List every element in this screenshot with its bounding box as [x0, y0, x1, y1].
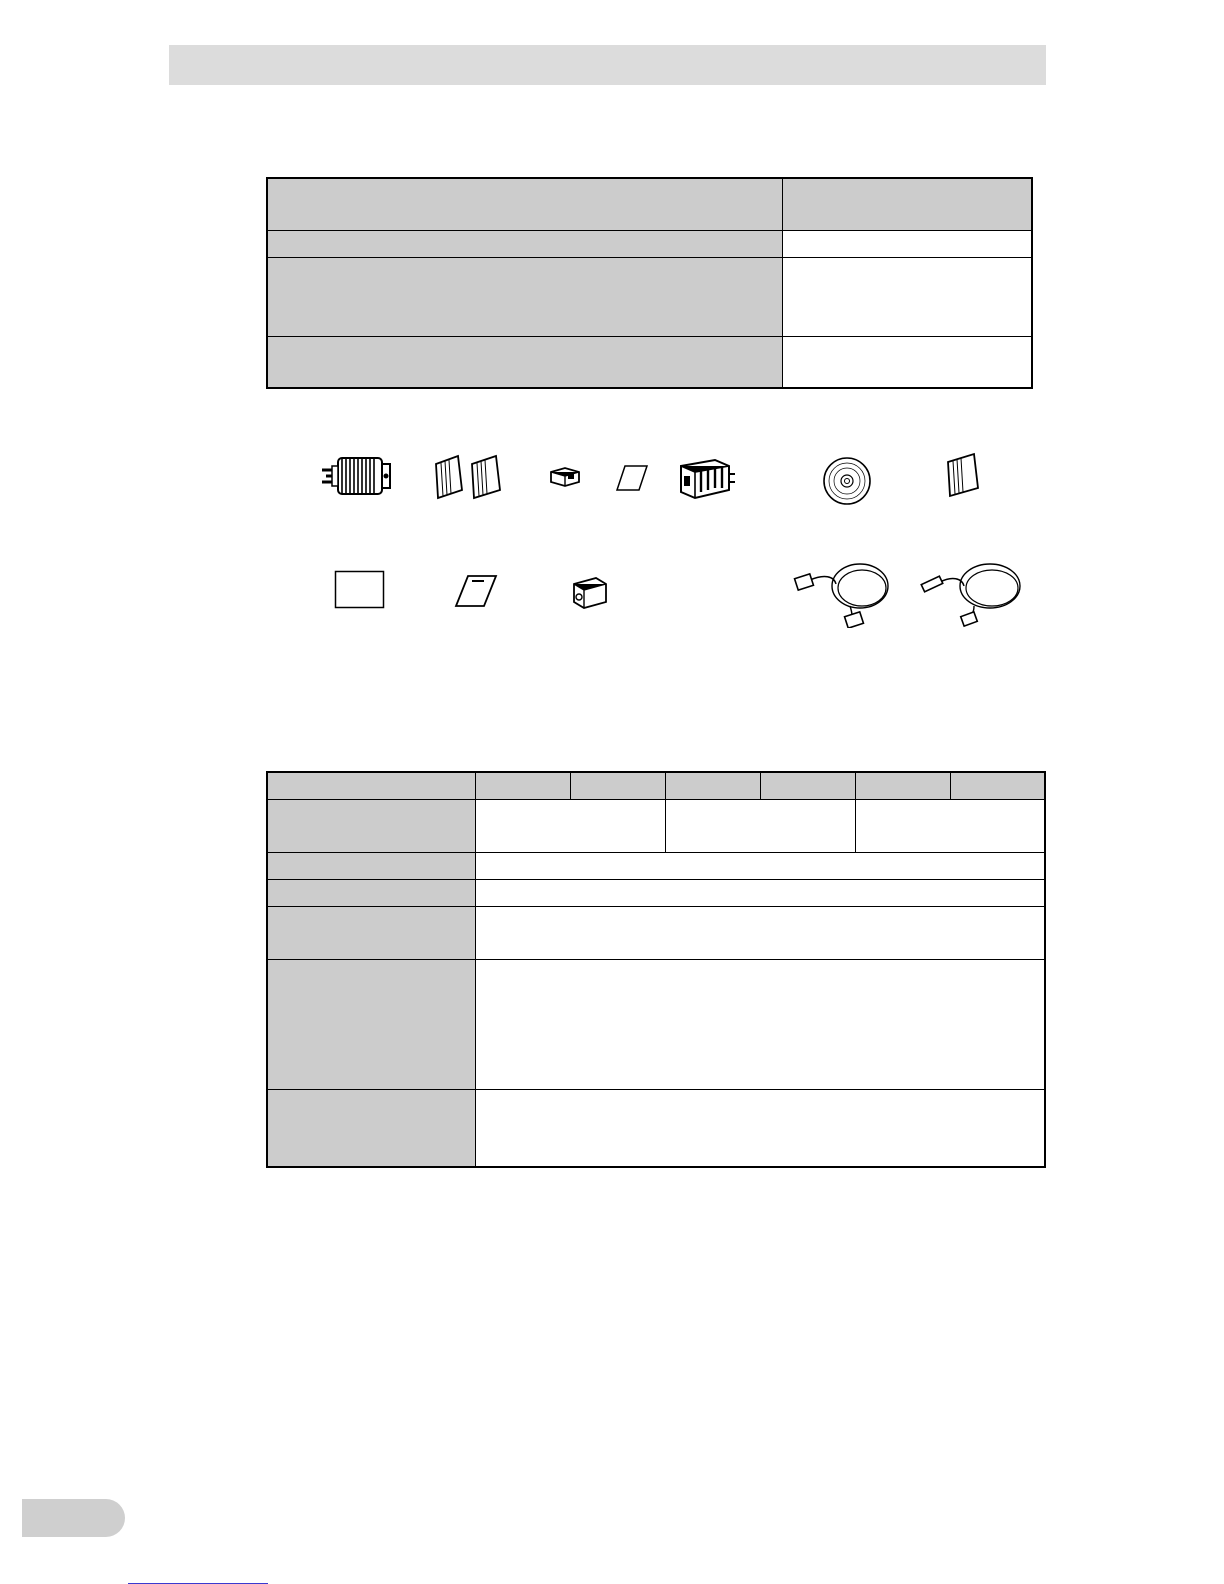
warranty-card-icon — [454, 575, 498, 607]
spec-label — [266, 958, 476, 1090]
contents-cell — [266, 335, 783, 389]
table-row — [266, 851, 1046, 880]
spec-label — [266, 878, 476, 907]
spec-header-cell — [569, 771, 666, 800]
spec-value — [854, 798, 1046, 853]
spec-label — [266, 798, 476, 853]
spec-value — [474, 798, 666, 853]
contents-table — [266, 177, 1033, 389]
spec-label — [266, 851, 476, 880]
spec-value — [474, 958, 1046, 1090]
contents-cell — [266, 177, 783, 231]
contents-cell — [781, 335, 1033, 389]
spec-header-cell — [664, 771, 761, 800]
table-row — [266, 229, 1033, 258]
table-row — [266, 1088, 1046, 1168]
table-row — [266, 905, 1046, 960]
manual-booklets-icon — [435, 454, 501, 500]
page-number-tab — [22, 1499, 125, 1537]
table-row — [266, 335, 1033, 389]
spec-header-cell — [266, 771, 476, 800]
spec-label — [266, 1088, 476, 1168]
contents-header-row — [266, 177, 1033, 231]
spec-value — [474, 1088, 1046, 1168]
spec-header-row — [266, 771, 1046, 800]
contents-cell — [781, 177, 1033, 231]
spec-header-cell — [759, 771, 856, 800]
spec-value — [474, 851, 1046, 880]
card-icon — [615, 465, 649, 491]
table-row — [266, 958, 1046, 1090]
contents-cell — [266, 229, 783, 258]
plug-adapter-icon — [322, 457, 391, 495]
spec-table — [266, 771, 1046, 1168]
booklet-icon — [947, 452, 979, 498]
cd-rom-icon — [823, 457, 871, 505]
table-row — [266, 798, 1046, 853]
usb-cable-icon — [920, 563, 1021, 628]
serial-cable-icon — [793, 563, 889, 628]
spec-header-cell — [474, 771, 571, 800]
spec-header-cell — [949, 771, 1046, 800]
spec-value — [664, 798, 856, 853]
terminal-block-icon — [680, 458, 735, 500]
spec-value — [474, 905, 1046, 960]
ferrite-core-icon — [550, 467, 580, 487]
core-block-icon — [573, 577, 607, 609]
spec-label — [266, 905, 476, 960]
contents-cell — [781, 256, 1033, 337]
label-sheet-icon — [334, 570, 385, 609]
contents-cell — [266, 256, 783, 337]
contents-cell — [781, 229, 1033, 258]
spec-value — [474, 878, 1046, 907]
table-row — [266, 878, 1046, 907]
section-header-band — [169, 45, 1046, 85]
table-row — [266, 256, 1033, 337]
spec-header-cell — [854, 771, 951, 800]
